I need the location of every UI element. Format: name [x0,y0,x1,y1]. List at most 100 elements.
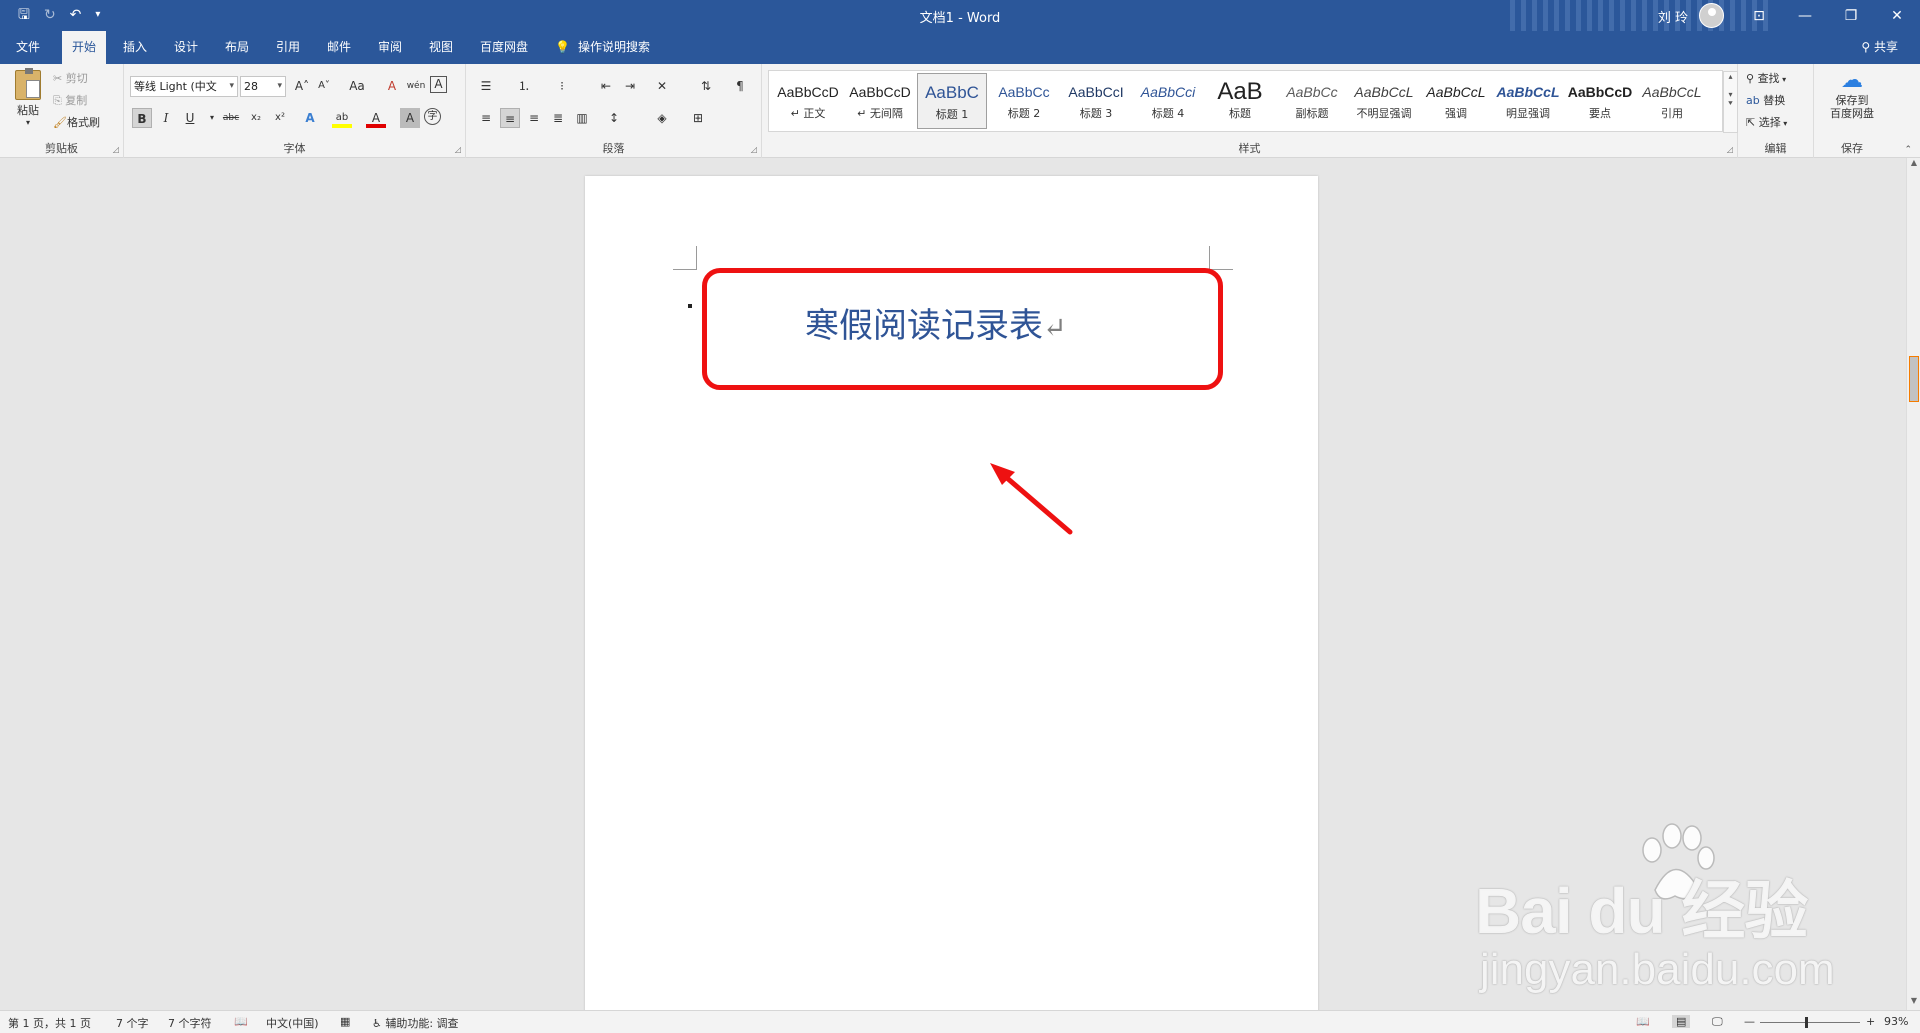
grow-font-icon[interactable]: A˄ [292,76,312,96]
page-count[interactable]: 第 1 页，共 1 页 [8,1015,91,1031]
style-item[interactable]: AaBbCcL 引用 [1637,73,1707,129]
sort-icon[interactable]: ⇅ [696,76,716,96]
restore-icon[interactable]: ❐ [1828,0,1874,31]
align-center-icon[interactable]: ≡ [500,108,520,128]
character-shading-icon[interactable]: A [400,108,420,128]
share-button[interactable]: ⚲ 共享 [1861,31,1898,64]
format-painter-button[interactable]: 🖌格式刷 [53,114,100,130]
enclose-characters-icon[interactable]: 字 [424,108,441,125]
style-item[interactable]: AaBbCcL 强调 [1421,73,1491,129]
user-name[interactable]: 刘 玲 [1658,7,1688,26]
close-icon[interactable]: ✕ [1874,0,1920,31]
borders-icon[interactable]: ⊞ [688,108,708,128]
style-item[interactable]: AaBbC 标题 1 [917,73,987,129]
avatar[interactable] [1699,3,1724,28]
accessibility-status[interactable]: ♿ 辅助功能: 调查 [372,1015,459,1031]
style-item[interactable]: AaBbCcD 要点 [1565,73,1635,129]
phonetic-guide-icon[interactable]: wén [406,76,426,96]
change-case-icon[interactable]: Aa [342,76,372,96]
document-page[interactable]: 寒假阅读记录表↵ [585,176,1318,1010]
style-item[interactable]: AaBbCc 副标题 [1277,73,1347,129]
paste-button[interactable]: 粘贴 ▾ [10,68,46,127]
vertical-scrollbar[interactable]: ▲ ▼ [1906,158,1920,1010]
underline-button[interactable]: U [180,108,200,128]
styles-launcher-icon[interactable]: ◿ [1727,145,1733,154]
subscript-button[interactable]: x₂ [246,108,266,128]
justify-icon[interactable]: ≣ [548,108,568,128]
ribbon-display-options-icon[interactable]: ⊡ [1736,0,1782,31]
print-layout-icon[interactable]: ▤ [1672,1015,1691,1028]
tab-references[interactable]: 引用 [266,31,310,64]
tab-file[interactable]: 文件 [6,31,50,64]
tab-mailings[interactable]: 邮件 [317,31,361,64]
superscript-button[interactable]: x² [270,108,290,128]
style-item[interactable]: AaBbCcL 不明显强调 [1349,73,1419,129]
font-launcher-icon[interactable]: ◿ [455,145,461,154]
style-item[interactable]: AaB 标题 [1205,73,1275,129]
minimize-icon[interactable]: — [1782,0,1828,31]
tell-me-search[interactable]: 💡 操作说明搜索 [555,31,650,64]
decrease-indent-icon[interactable]: ⇤ [596,76,616,96]
zoom-level[interactable]: 93% [1884,1015,1908,1028]
zoom-slider-thumb[interactable] [1805,1017,1808,1028]
clear-formatting-icon[interactable]: A [382,76,402,96]
tab-layout[interactable]: 布局 [215,31,259,64]
bold-button[interactable]: B [132,108,152,128]
strikethrough-button[interactable]: abc [218,108,244,128]
text-effects-icon[interactable]: A [300,108,320,128]
gallery-scroll[interactable]: ▴ ▾ ⯆ [1723,71,1738,133]
numbering-icon[interactable]: ⒈ [514,76,534,96]
zoom-out-button[interactable]: — [1744,1015,1755,1028]
show-marks-icon[interactable]: ¶ [730,76,750,96]
style-item[interactable]: AaBbCcL 明显强调 [1493,73,1563,129]
style-item[interactable]: AaBbCc 标题 2 [989,73,1059,129]
scroll-thumb[interactable] [1909,356,1919,402]
paste-dropdown-icon[interactable]: ▾ [10,118,46,127]
find-button[interactable]: ⚲ 查找 ▾ [1746,70,1786,86]
zoom-slider[interactable] [1760,1022,1860,1023]
collapse-ribbon-icon[interactable]: ⌃ [1904,145,1912,155]
tab-baidu-netdisk[interactable]: 百度网盘 [470,31,538,64]
distributed-icon[interactable]: ▥ [572,108,592,128]
read-mode-icon[interactable]: 📖 [1636,1015,1650,1028]
copy-button[interactable]: ⎘ 复制 [53,92,87,108]
save-to-baidu-button[interactable]: ☁ 保存到 百度网盘 [1814,68,1890,120]
select-button[interactable]: ⇱ 选择 ▾ [1746,114,1787,130]
char-count[interactable]: 7 个字符 [168,1015,212,1031]
cut-button[interactable]: ✂ 剪切 [53,70,88,86]
clipboard-launcher-icon[interactable]: ◿ [113,145,119,154]
highlight-icon[interactable]: ab [332,108,352,128]
shading-icon[interactable]: ◈ [652,108,672,128]
tab-design[interactable]: 设计 [164,31,208,64]
tab-review[interactable]: 审阅 [368,31,412,64]
word-count[interactable]: 7 个字 [116,1015,149,1031]
style-item[interactable]: AaBbCcI 标题 3 [1061,73,1131,129]
style-item[interactable]: AaBbCcD ↵ 正文 [773,73,843,129]
styles-gallery[interactable]: ▴ ▾ ⯆ AaBbCcD ↵ 正文 AaBbCcD ↵ 无间隔 AaBbC 标题 1 AaBb… [768,70,1738,133]
align-left-icon[interactable]: ≡ [476,108,496,128]
style-item[interactable]: AaBbCcD ↵ 无间隔 [845,73,915,129]
font-color-icon[interactable]: A [366,108,386,128]
italic-button[interactable]: I [156,108,176,128]
shrink-font-icon[interactable]: A˅ [314,76,334,96]
line-spacing-icon[interactable]: ↕ [604,108,624,128]
font-size-combo[interactable]: 28 [240,76,286,97]
multilevel-list-icon[interactable]: ⁝ [552,76,572,96]
replace-button[interactable]: ab 替换 [1746,92,1785,108]
macro-icon[interactable]: ▦ [340,1015,350,1028]
character-border-icon[interactable]: A [430,76,447,93]
language[interactable]: 中文(中国) [266,1015,319,1031]
tab-insert[interactable]: 插入 [113,31,157,64]
proofing-icon[interactable]: 📖 [234,1015,248,1028]
web-layout-icon[interactable]: 🖵 [1712,1015,1723,1029]
increase-indent-icon[interactable]: ⇥ [620,76,640,96]
tab-home[interactable]: 开始 [62,31,107,64]
style-item[interactable]: AaBbCci 标题 4 [1133,73,1203,129]
align-right-icon[interactable]: ≡ [524,108,544,128]
scroll-down-icon[interactable]: ▼ [1907,996,1920,1010]
chinese-layout-icon[interactable]: ✕ [652,76,672,96]
zoom-in-button[interactable]: + [1866,1015,1875,1028]
font-name-combo[interactable]: 等线 Light (中文 [130,76,238,97]
tab-view[interactable]: 视图 [419,31,463,64]
paragraph-launcher-icon[interactable]: ◿ [751,145,757,154]
